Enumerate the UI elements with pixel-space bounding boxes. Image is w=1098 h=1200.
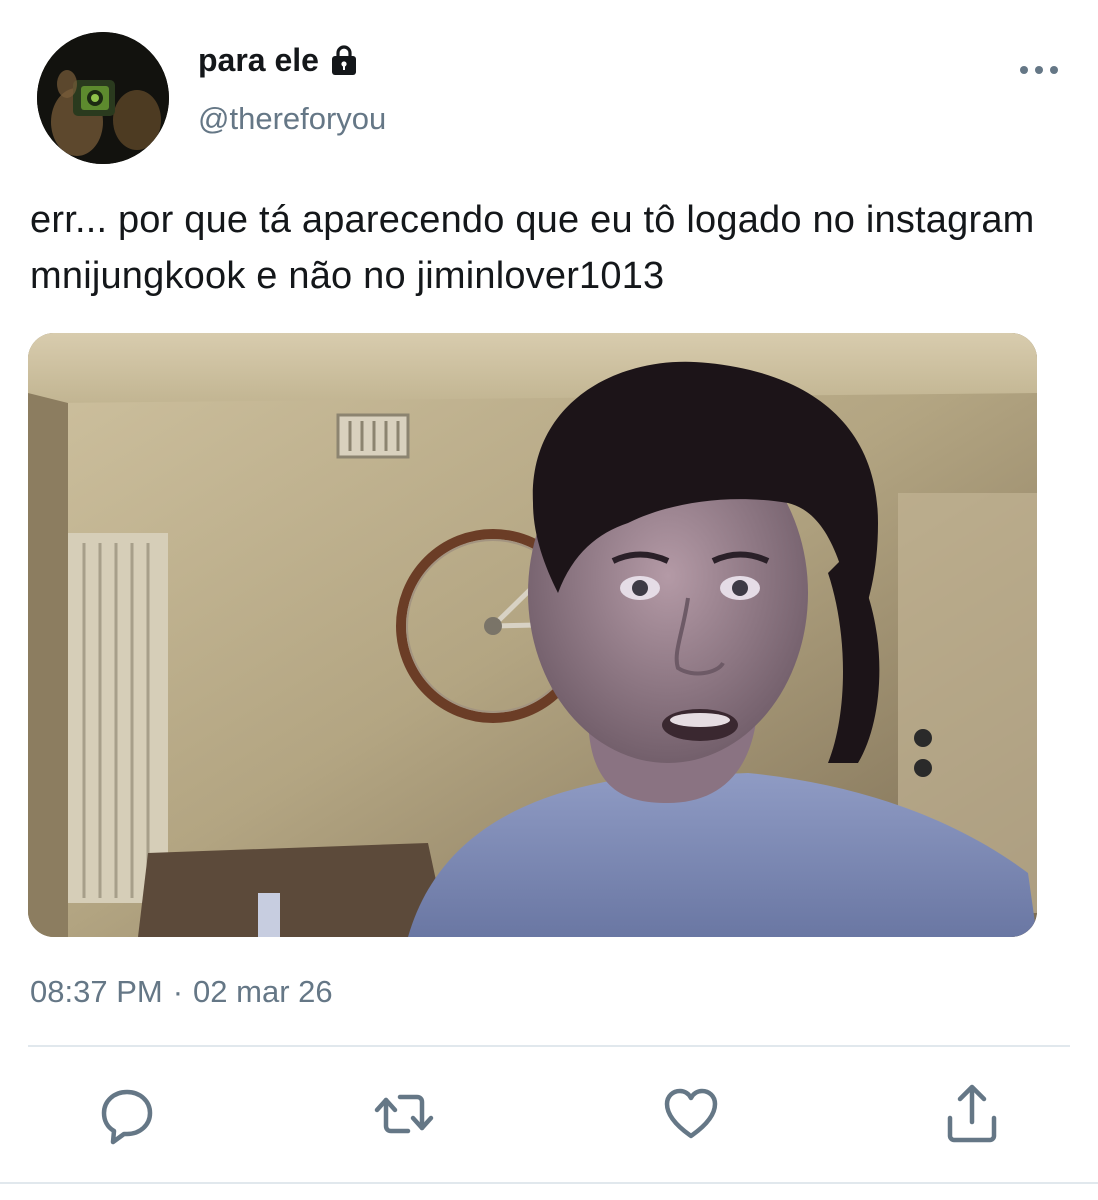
tweet-date[interactable]: 02 mar 26 bbox=[193, 970, 333, 1014]
like-icon[interactable] bbox=[659, 1082, 723, 1146]
tweet-timestamp[interactable]: 08:37 PM · 02 mar 26 bbox=[30, 970, 333, 1014]
tweet-actions-bar bbox=[0, 1082, 1098, 1152]
display-name-text[interactable]: para ele bbox=[198, 38, 319, 82]
more-icon[interactable] bbox=[1016, 58, 1062, 82]
retweet-icon[interactable] bbox=[372, 1082, 436, 1146]
tweet-card: para ele @thereforyou err... por que tá … bbox=[0, 0, 1098, 1200]
timestamp-separator: · bbox=[172, 974, 184, 1009]
avatar[interactable] bbox=[37, 32, 169, 164]
display-name[interactable]: para ele bbox=[198, 38, 359, 82]
share-icon[interactable] bbox=[940, 1082, 1004, 1146]
user-handle[interactable]: @thereforyou bbox=[198, 97, 386, 141]
lock-icon bbox=[329, 43, 359, 77]
divider bbox=[28, 1045, 1070, 1047]
reply-icon[interactable] bbox=[95, 1082, 159, 1146]
tweet-text: err... por que tá aparecendo que eu tô l… bbox=[30, 199, 1035, 297]
bottom-divider bbox=[0, 1182, 1098, 1184]
tweet-media-photo[interactable] bbox=[28, 333, 1037, 937]
tweet-time[interactable]: 08:37 PM bbox=[30, 970, 163, 1014]
